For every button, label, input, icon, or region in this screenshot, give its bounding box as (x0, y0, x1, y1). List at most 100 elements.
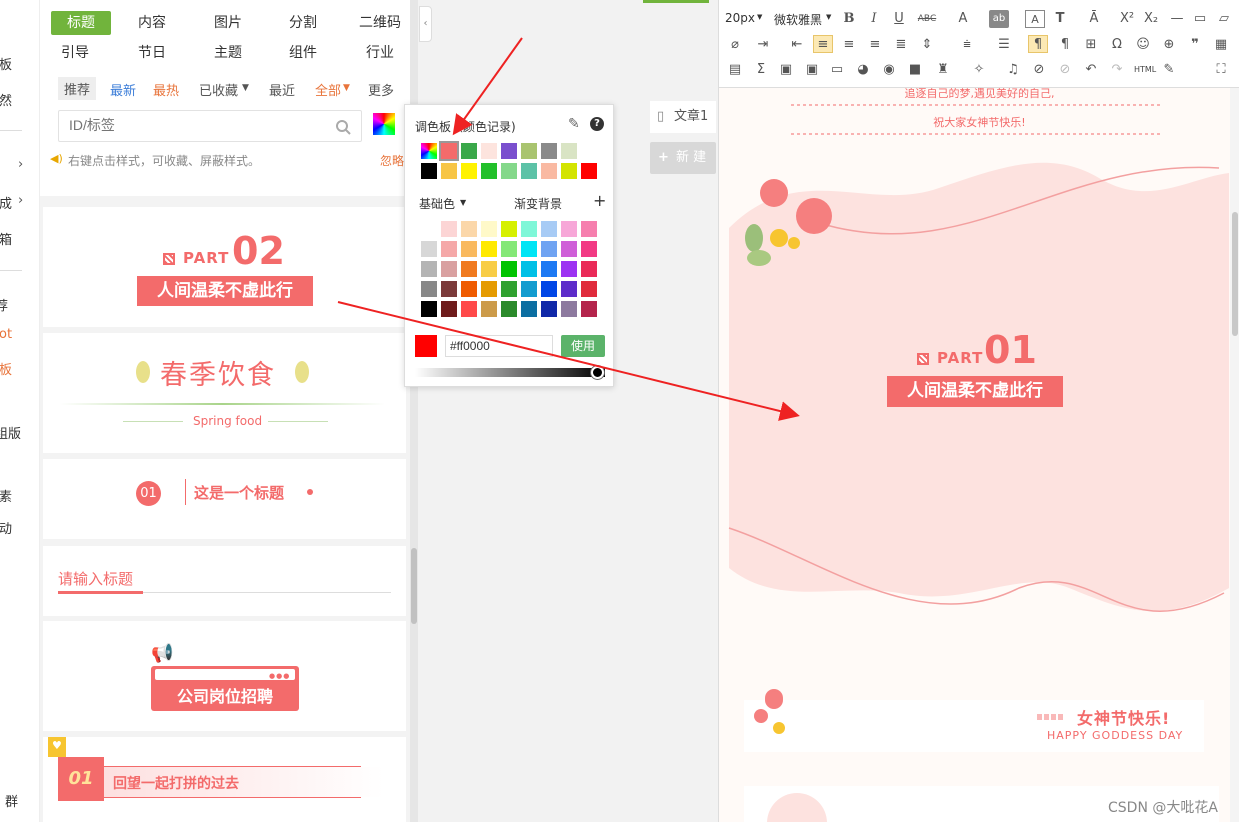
base-color-swatch[interactable] (521, 281, 537, 297)
base-color-swatch[interactable] (541, 281, 557, 297)
palette-icon[interactable]: ◕ (853, 61, 873, 79)
editor-scrollbar[interactable] (1230, 88, 1239, 822)
search-input[interactable] (69, 117, 329, 133)
base-color-swatch[interactable] (421, 281, 437, 297)
caret-down-icon[interactable]: ▼ (757, 13, 762, 21)
base-color-swatch[interactable] (561, 281, 577, 297)
tab-guide[interactable]: 引导 (45, 41, 105, 65)
recent-color-swatch[interactable] (561, 163, 577, 179)
nav-item[interactable]: 群 (5, 791, 18, 810)
base-color-swatch[interactable] (521, 301, 537, 317)
recent-color-swatch[interactable] (461, 143, 477, 159)
tab-industry[interactable]: 行业 (350, 41, 410, 65)
align-center-icon[interactable]: ≡ (839, 36, 859, 54)
filter-collected[interactable]: 已收藏 (199, 80, 238, 99)
nav-item[interactable]: ot (0, 327, 12, 342)
editor-scroll-thumb[interactable] (1232, 212, 1238, 336)
use-button[interactable]: 使用 (561, 335, 605, 357)
omega-icon[interactable]: Ω (1107, 36, 1127, 54)
base-color-swatch[interactable] (441, 261, 457, 277)
stamp-icon[interactable]: ♜ (933, 61, 953, 79)
base-color-swatch[interactable] (441, 301, 457, 317)
base-color-swatch[interactable] (461, 301, 477, 317)
outdent-icon[interactable]: ⇤ (787, 36, 807, 54)
slider-handle[interactable] (591, 366, 604, 379)
location-icon[interactable]: ◉ (879, 61, 899, 79)
recent-color-swatch[interactable] (521, 143, 537, 159)
filter-hottest[interactable]: 最热 (153, 80, 179, 99)
font-color-icon[interactable]: A (953, 10, 973, 28)
base-color-swatch[interactable] (521, 261, 537, 277)
nav-item[interactable]: 成 (0, 193, 12, 212)
base-color-swatch[interactable] (581, 281, 597, 297)
style-card-numbered[interactable]: 01 这是一个标题 (43, 459, 406, 539)
caret-down-icon[interactable]: ▼ (242, 83, 249, 93)
base-color-swatch[interactable] (461, 221, 477, 237)
tab-content[interactable]: 内容 (122, 11, 182, 35)
page-icon[interactable]: ▭ (1190, 10, 1210, 28)
quote-icon[interactable]: ❞ (1185, 36, 1205, 54)
recent-color-swatch[interactable] (421, 143, 437, 159)
base-color-swatch[interactable] (481, 261, 497, 277)
base-color-swatch[interactable] (561, 241, 577, 257)
table-icon[interactable]: ▦ (1211, 36, 1231, 54)
caret-down-icon[interactable]: ▼ (343, 83, 350, 93)
font-size-select[interactable]: 20px (725, 11, 755, 25)
justify-icon[interactable]: ≣ (891, 36, 911, 54)
base-color-swatch[interactable] (541, 221, 557, 237)
filter-all[interactable]: 全部 (315, 80, 341, 99)
base-color-swatch[interactable] (501, 221, 517, 237)
gradient-label[interactable]: 渐变背景 (514, 195, 562, 212)
base-color-swatch[interactable] (541, 261, 557, 277)
base-color-swatch[interactable] (581, 241, 597, 257)
image-icon[interactable]: ▣ (776, 61, 796, 79)
link-icon[interactable]: ⊘ (1029, 61, 1049, 79)
eyedropper-icon[interactable]: ✎ (568, 116, 580, 132)
base-color-swatch[interactable] (461, 241, 477, 257)
base-color-swatch[interactable] (561, 301, 577, 317)
font-scale-icon[interactable]: Ā (1084, 10, 1104, 28)
find-icon[interactable]: ⊕ (1159, 36, 1179, 54)
style-card-recruit[interactable]: 📢 ●●● 公司岗位招聘 (43, 621, 406, 731)
list-icon[interactable]: ☰ (994, 36, 1014, 54)
base-color-swatch[interactable] (581, 301, 597, 317)
template-icon[interactable]: ▤ (725, 61, 745, 79)
nav-item[interactable]: 箱 (0, 229, 12, 248)
chevron-right-icon[interactable]: › (18, 193, 23, 208)
base-color-swatch[interactable] (501, 301, 517, 317)
horizontal-rule-icon[interactable]: — (1167, 10, 1187, 28)
base-color-swatch[interactable] (441, 221, 457, 237)
document-tab[interactable]: ▯ 文章1 (650, 101, 716, 133)
style-card-input-title[interactable]: 请输入标题 (43, 546, 406, 616)
base-color-swatch[interactable] (461, 281, 477, 297)
eraser-icon[interactable]: ⌀ (725, 36, 745, 54)
filter-recommend[interactable]: 推荐 (58, 77, 97, 100)
base-color-swatch[interactable] (481, 221, 497, 237)
base-color-swatch[interactable] (421, 261, 437, 277)
base-color-swatch[interactable] (581, 261, 597, 277)
base-color-swatch[interactable] (481, 241, 497, 257)
filter-recent[interactable]: 最近 (269, 80, 295, 99)
base-color-swatch[interactable] (501, 281, 517, 297)
subscript-icon[interactable]: X₂ (1141, 10, 1161, 28)
recent-color-swatch[interactable] (561, 143, 577, 159)
panel-scroll-thumb[interactable] (411, 548, 417, 624)
recent-color-swatch[interactable] (541, 143, 557, 159)
base-color-swatch[interactable] (501, 241, 517, 257)
base-color-swatch[interactable] (441, 241, 457, 257)
emoji-icon[interactable]: ☺ (1133, 36, 1153, 54)
nav-item[interactable]: 荐 (0, 295, 8, 314)
align-left-icon[interactable]: ≡ (813, 35, 833, 53)
tab-theme[interactable]: 主题 (198, 41, 258, 65)
base-color-swatch[interactable] (521, 241, 537, 257)
recent-color-swatch[interactable] (501, 143, 517, 159)
nav-item[interactable]: 板 (0, 54, 12, 73)
recent-color-swatch[interactable] (521, 163, 537, 179)
font-family-select[interactable]: 微软雅黑 (774, 11, 822, 28)
columns-icon[interactable]: ⊞ (1081, 36, 1101, 54)
italic-icon[interactable]: I (864, 10, 884, 28)
recent-color-swatch[interactable] (581, 163, 597, 179)
base-color-swatch[interactable] (481, 301, 497, 317)
search-icon[interactable] (335, 119, 351, 135)
align-right-icon[interactable]: ≡ (865, 36, 885, 54)
